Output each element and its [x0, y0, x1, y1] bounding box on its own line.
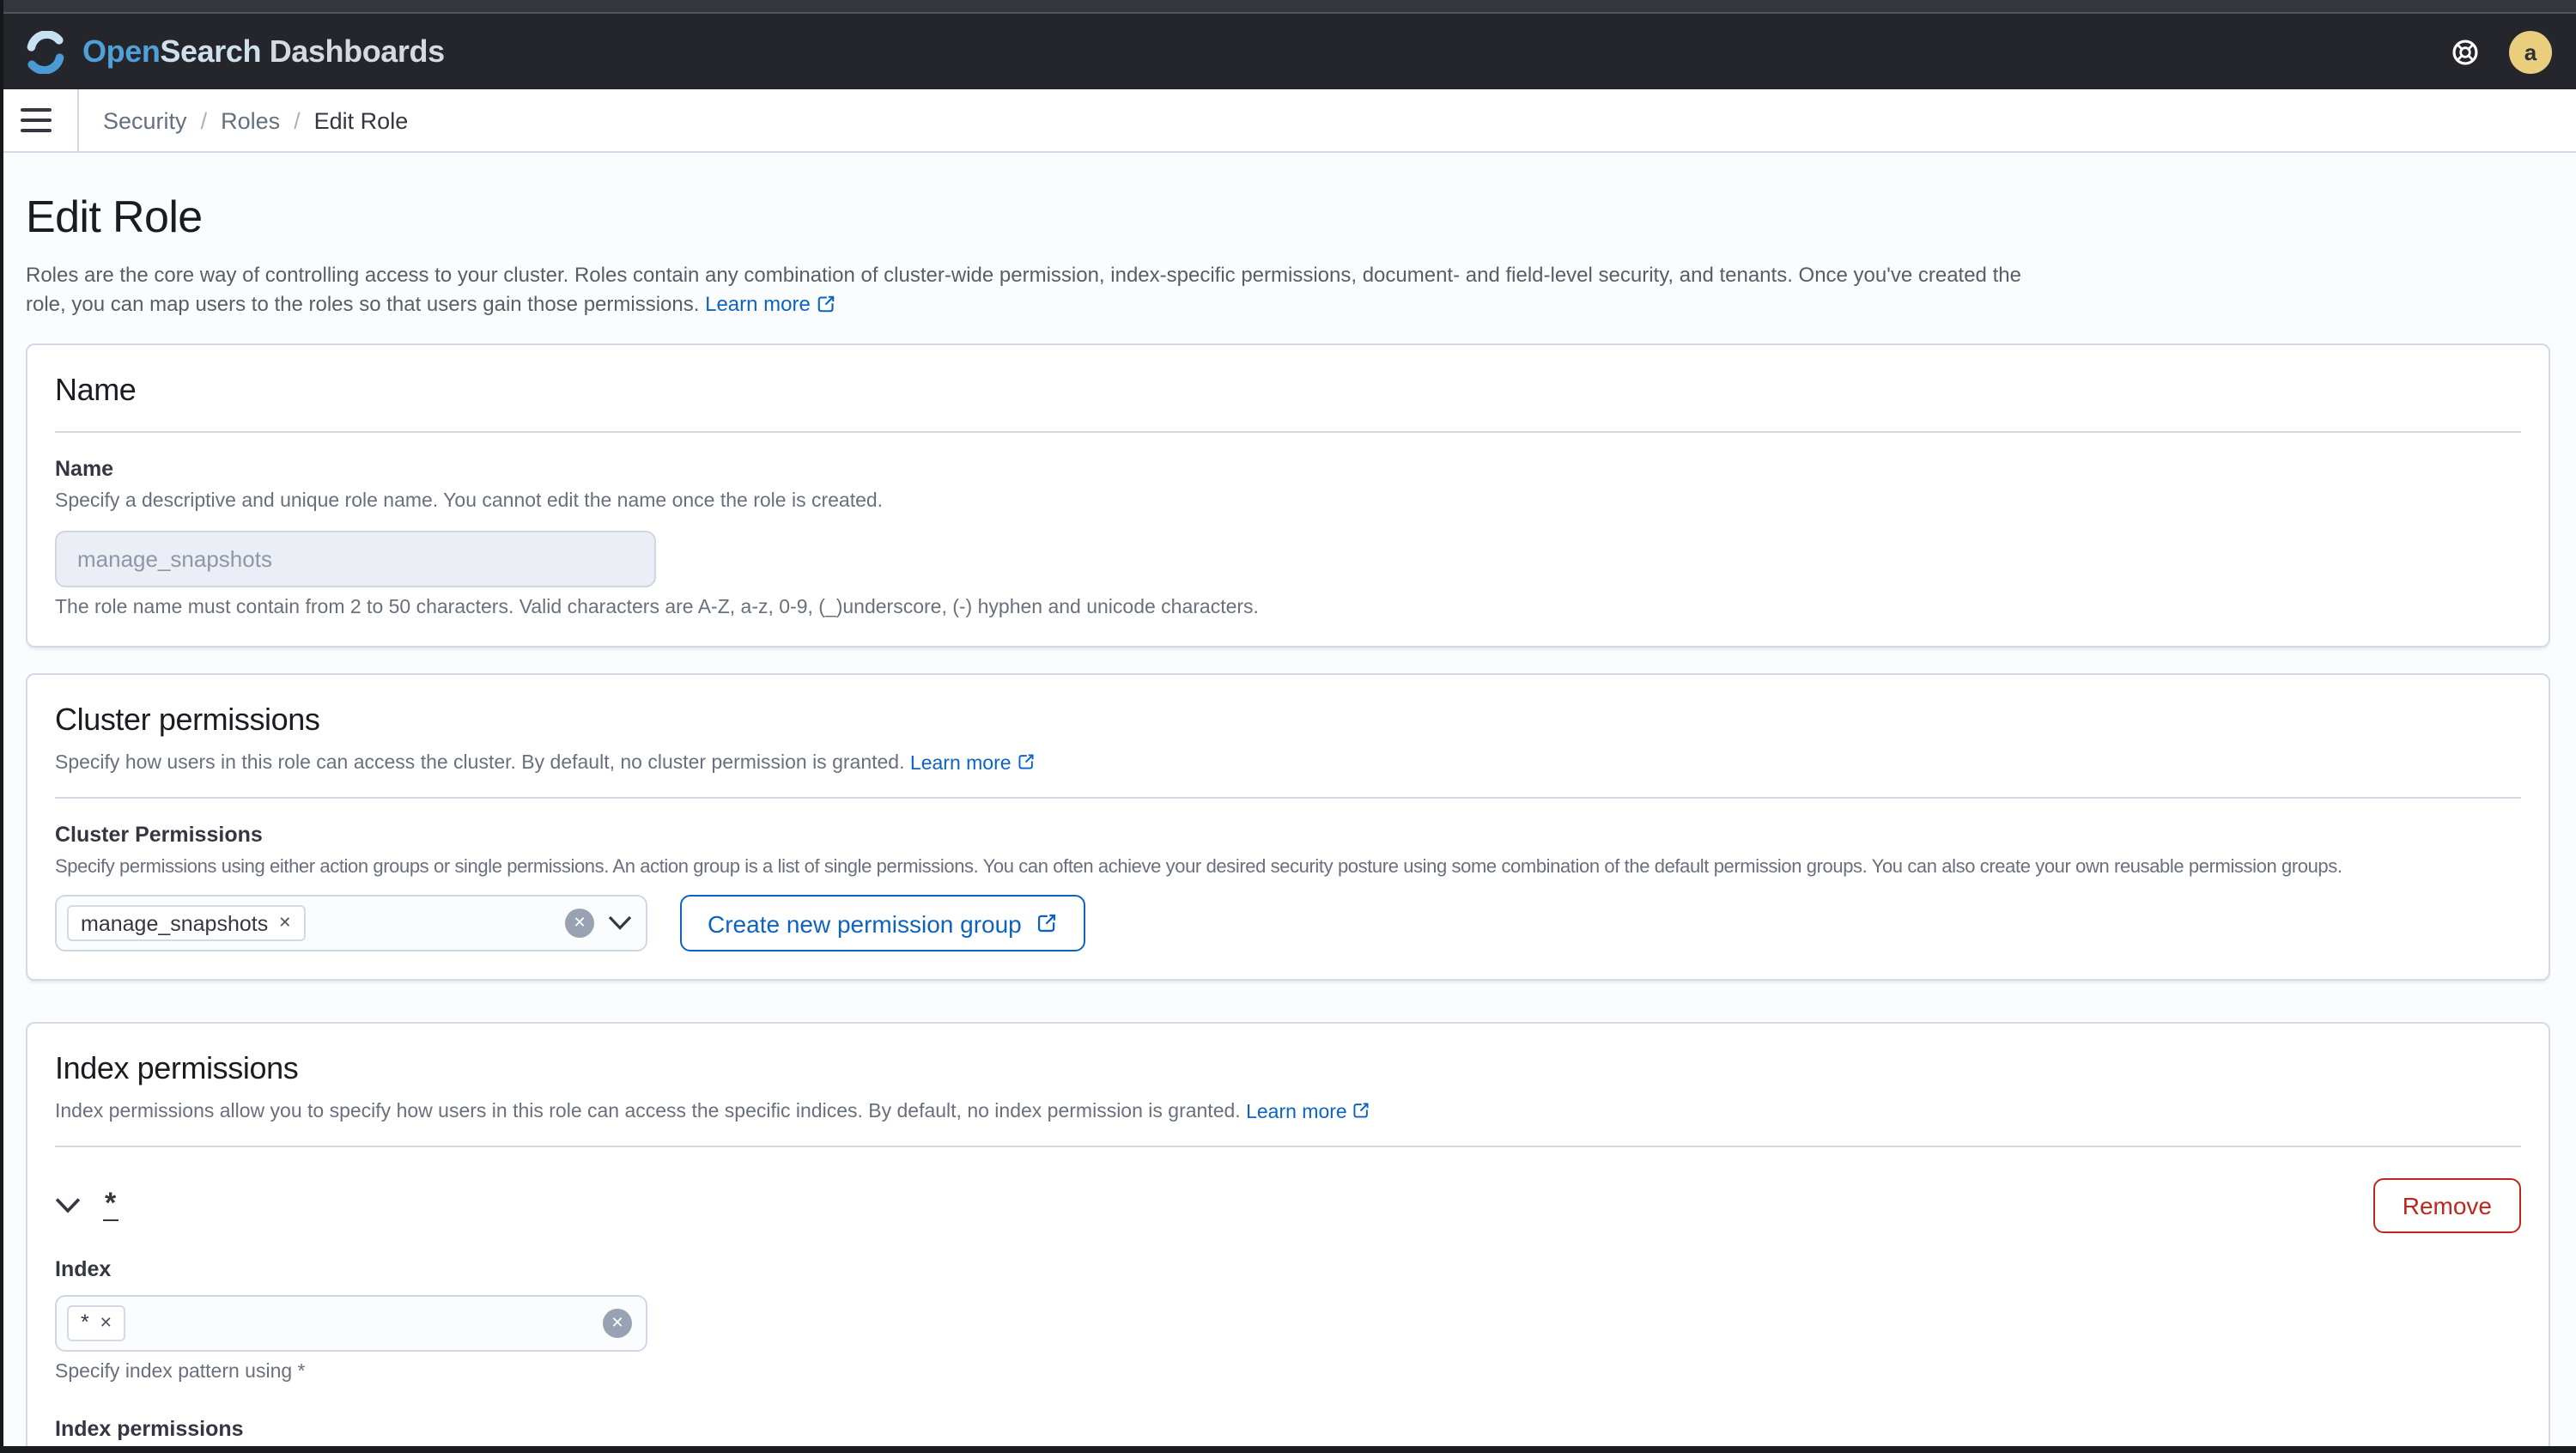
divider — [55, 430, 2521, 433]
window-left-edge — [0, 0, 3, 1453]
external-link-icon — [1037, 914, 1055, 933]
cluster-permissions-panel: Cluster permissions Specify how users in… — [26, 673, 2550, 982]
index-panel-description: Index permissions allow you to specify h… — [55, 1101, 2521, 1122]
index-pattern-help: Specify index pattern using * — [55, 1361, 306, 1383]
accordion-title[interactable]: * — [103, 1188, 118, 1222]
name-panel: Name Name Specify a descriptive and uniq… — [26, 343, 2550, 648]
breadcrumb-bar: Security / Roles / Edit Role — [0, 89, 2576, 153]
cluster-permissions-label: Cluster Permissions — [55, 822, 263, 847]
clear-all-icon[interactable]: ✕ — [603, 1308, 632, 1338]
remove-button[interactable]: Remove — [2372, 1177, 2521, 1233]
name-panel-title: Name — [55, 372, 137, 407]
breadcrumb-roles[interactable]: Roles — [221, 107, 280, 133]
window-bottom-edge — [0, 1446, 2576, 1453]
token-manage-snapshots[interactable]: manage_snapshots ✕ — [67, 905, 306, 942]
external-link-icon — [1354, 1103, 1370, 1118]
role-name-input[interactable] — [55, 531, 656, 588]
page-description: Roles are the core way of controlling ac… — [26, 263, 2021, 317]
index-permissions-label: Index permissions — [55, 1416, 244, 1441]
breadcrumb-edit-role: Edit Role — [313, 107, 409, 133]
index-permissions-panel: Index permissions Index permissions allo… — [26, 1022, 2550, 1453]
remove-token-icon[interactable]: ✕ — [100, 1313, 112, 1332]
divider — [55, 1145, 2521, 1147]
logo-wordmark: OpenSearch Dashboards — [82, 33, 445, 68]
life-ring-icon — [2451, 39, 2477, 64]
learn-more-link[interactable]: Learn more — [1246, 1102, 1371, 1122]
cluster-panel-description: Specify how users in this role can acces… — [55, 752, 2521, 774]
divider — [55, 796, 2521, 799]
breadcrumb-divider — [77, 89, 79, 151]
index-pattern-combobox[interactable]: * ✕ ✕ — [55, 1294, 647, 1352]
cluster-permissions-description: Specify permissions using either action … — [55, 856, 2342, 878]
screenshot-stage: OpenSearch Dashboards a Security / Roles… — [0, 0, 2576, 1453]
external-link-icon — [817, 295, 835, 313]
breadcrumb-security[interactable]: Security — [103, 107, 187, 133]
menu-icon[interactable] — [21, 108, 52, 132]
learn-more-link[interactable]: Learn more — [705, 293, 836, 317]
chevron-down-icon[interactable] — [55, 1196, 81, 1213]
user-avatar[interactable]: a — [2509, 30, 2552, 73]
name-field-label: Name — [55, 456, 114, 481]
learn-more-link[interactable]: Learn more — [910, 753, 1036, 774]
accordion-toggle[interactable]: * — [55, 1188, 118, 1222]
breadcrumb-separator: / — [200, 107, 208, 133]
create-permission-group-button[interactable]: Create new permission group — [680, 895, 1085, 952]
opensearch-logo-icon — [27, 30, 64, 73]
app-window: OpenSearch Dashboards a Security / Roles… — [0, 0, 2576, 1453]
index-field-label: Index — [55, 1256, 112, 1281]
chevron-down-icon[interactable] — [608, 915, 632, 931]
breadcrumb: Security / Roles / Edit Role — [103, 107, 408, 133]
remove-token-icon[interactable]: ✕ — [278, 914, 291, 933]
clear-all-icon[interactable]: ✕ — [565, 909, 594, 939]
name-field-description: Specify a descriptive and unique role na… — [55, 490, 884, 512]
window-chrome-strip — [0, 0, 2576, 14]
index-panel-title: Index permissions — [55, 1051, 299, 1086]
index-permission-accordion: * Remove — [55, 1177, 2521, 1233]
cluster-permissions-combobox[interactable]: manage_snapshots ✕ ✕ — [55, 895, 647, 952]
opensearch-logo[interactable]: OpenSearch Dashboards — [24, 30, 445, 73]
app-header: OpenSearch Dashboards a — [0, 14, 2576, 89]
token-index-pattern[interactable]: * ✕ — [67, 1304, 126, 1341]
name-help-text: The role name must contain from 2 to 50 … — [55, 598, 1259, 619]
page-content: Edit Role Roles are the core way of cont… — [0, 153, 2576, 1453]
breadcrumb-separator: / — [294, 107, 301, 133]
page-title: Edit Role — [26, 191, 203, 242]
cluster-panel-title: Cluster permissions — [55, 702, 320, 738]
help-button[interactable] — [2442, 29, 2487, 74]
external-link-icon — [1018, 754, 1034, 769]
